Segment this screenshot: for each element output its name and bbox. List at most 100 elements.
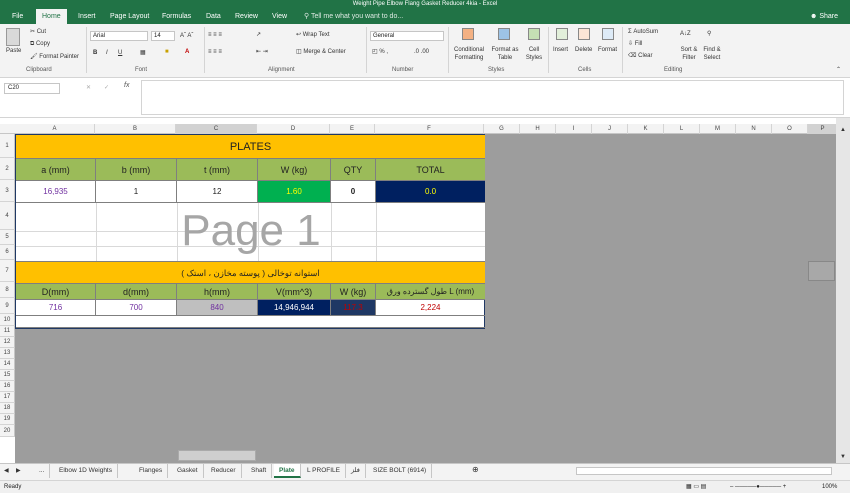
row-header-14[interactable]: 14 (0, 359, 15, 370)
row-header-3[interactable]: 3 (0, 180, 15, 202)
drag-handle[interactable] (808, 261, 835, 281)
conditional-formatting-button[interactable]: Conditional Formatting (451, 46, 487, 62)
row-header-16[interactable]: 16 (0, 381, 15, 392)
vertical-scrollbar[interactable]: ▲ ▼ (836, 118, 850, 463)
delete-cells-button[interactable]: Delete (575, 46, 592, 54)
column-header-e[interactable]: E (330, 124, 375, 134)
sheet-tab-3[interactable]: Gasket (172, 464, 204, 478)
font-color-icon[interactable]: A (185, 48, 189, 56)
sort-filter-button[interactable]: Sort & Filter (678, 46, 700, 62)
tab-insert[interactable]: Insert (78, 9, 96, 24)
column-header-g[interactable]: G (484, 124, 520, 134)
insert-cells-icon[interactable] (556, 28, 568, 40)
column-header-n[interactable]: N (736, 124, 772, 134)
sheet-tab-6[interactable]: Plate (274, 464, 301, 478)
row-header-12[interactable]: 12 (0, 337, 15, 348)
paste-icon[interactable] (6, 28, 20, 46)
value-v[interactable]: 14,946,944 (258, 300, 331, 316)
fill-button[interactable]: ⇩ Fill (628, 40, 642, 48)
copy-button[interactable]: ⧉ Copy (30, 40, 50, 48)
row-header-10[interactable]: 10 (0, 314, 15, 326)
header-b[interactable]: b (mm) (96, 159, 177, 181)
value-qty[interactable]: 0 (331, 181, 376, 203)
row-header-15[interactable]: 15 (0, 370, 15, 381)
row-header-1[interactable]: 1 (0, 134, 15, 158)
format-cells-button[interactable]: Format (598, 46, 617, 54)
value-w[interactable]: 1.60 (258, 181, 331, 203)
column-header-o[interactable]: O (772, 124, 808, 134)
column-header-i[interactable]: I (556, 124, 592, 134)
row-header-2[interactable]: 2 (0, 158, 15, 180)
name-box[interactable]: C20 (4, 83, 60, 94)
horizontal-scrollbar[interactable] (576, 467, 832, 475)
tab-review[interactable]: Review (235, 9, 258, 24)
font-size-select[interactable]: 14 (151, 31, 175, 41)
header-qty[interactable]: QTY (331, 159, 376, 181)
column-header-p[interactable]: P (808, 124, 838, 134)
header-w[interactable]: W (kg) (258, 159, 331, 181)
prev-sheet-icon[interactable]: ◀ (4, 467, 9, 475)
column-header-d[interactable]: D (257, 124, 330, 134)
next-sheet-icon[interactable]: ▶ (16, 467, 21, 475)
column-header-j[interactable]: J (592, 124, 628, 134)
value-b[interactable]: 1 (96, 181, 177, 203)
plates-title[interactable]: PLATES (16, 135, 485, 159)
enter-icon[interactable]: ✓ (104, 84, 109, 92)
header-total[interactable]: TOTAL (376, 159, 485, 181)
sheet-tab-4[interactable]: Reducer (206, 464, 242, 478)
align-top-icon[interactable]: ≡ ≡ ≡ (208, 31, 222, 39)
grow-shrink-font-icon[interactable]: Aˆ Aˇ (180, 32, 193, 40)
value-d[interactable]: 716 (16, 300, 96, 316)
tab-page-layout[interactable]: Page Layout (110, 9, 149, 24)
column-header-f[interactable]: F (375, 124, 484, 134)
sheet-tab-5[interactable]: Shaft (246, 464, 273, 478)
cancel-icon[interactable]: ✕ (86, 84, 91, 92)
find-select-button[interactable]: Find & Select (700, 46, 724, 62)
row-header-7[interactable]: 7 (0, 260, 15, 282)
column-header-a[interactable]: A (15, 124, 95, 134)
borders-icon[interactable]: ▦ (140, 49, 146, 57)
tab-home[interactable]: Home (36, 9, 67, 24)
autosum-button[interactable]: Σ AutoSum (628, 28, 658, 36)
indent-icon[interactable]: ⇤ ⇥ (256, 48, 268, 56)
find-select-icon[interactable]: ⚲ (707, 30, 711, 38)
font-name-select[interactable]: Arial (90, 31, 148, 41)
column-header-h[interactable]: H (520, 124, 556, 134)
row-header-19[interactable]: 19 (0, 414, 15, 425)
tab-view[interactable]: View (272, 9, 287, 24)
row-header-17[interactable]: 17 (0, 392, 15, 403)
zoom-level[interactable]: 100% (822, 481, 837, 493)
insert-cells-button[interactable]: Insert (553, 46, 568, 54)
formula-input[interactable] (141, 80, 844, 115)
header-t[interactable]: t (mm) (177, 159, 258, 181)
header-w2[interactable]: W (kg) (331, 284, 376, 300)
header-h[interactable]: h(mm) (177, 284, 258, 300)
value-h[interactable]: 840 (177, 300, 258, 316)
row-header-13[interactable]: 13 (0, 348, 15, 359)
column-header-c[interactable]: C (176, 124, 257, 134)
row-header-5[interactable]: 5 (0, 230, 15, 245)
scroll-down-icon[interactable]: ▼ (840, 453, 846, 461)
row-header-4[interactable]: 4 (0, 202, 15, 230)
wrap-text-button[interactable]: ↩ Wrap Text (296, 31, 330, 39)
share-button[interactable]: ☻ Share (810, 9, 838, 24)
clear-button[interactable]: ⌫ Clear (628, 52, 653, 60)
tab-formulas[interactable]: Formulas (162, 9, 191, 24)
column-header-m[interactable]: M (700, 124, 736, 134)
bold-button[interactable]: B (93, 49, 97, 57)
insert-function-icon[interactable]: fx (124, 82, 129, 89)
tell-me-search[interactable]: ⚲ Tell me what you want to do... (304, 9, 403, 24)
row-header-8[interactable]: 8 (0, 282, 15, 298)
column-header-l[interactable]: L (664, 124, 700, 134)
tab-data[interactable]: Data (206, 9, 221, 24)
zoom-slider[interactable]: – ─────●───── + (730, 481, 786, 493)
row-header-18[interactable]: 18 (0, 403, 15, 414)
format-as-table-button[interactable]: Format as Table (489, 46, 521, 62)
row-header-11[interactable]: 11 (0, 326, 15, 337)
cell-styles-icon[interactable] (528, 28, 540, 40)
header-l[interactable]: طول گسترده ورق L (mm) (376, 284, 485, 300)
format-painter-button[interactable]: 🖌 Format Painter (30, 53, 79, 61)
value-a[interactable]: 16,935 (16, 181, 96, 203)
sheet-tab-8[interactable]: فلز (346, 464, 366, 478)
accounting-format-icon[interactable]: ◰ % , (372, 48, 388, 56)
